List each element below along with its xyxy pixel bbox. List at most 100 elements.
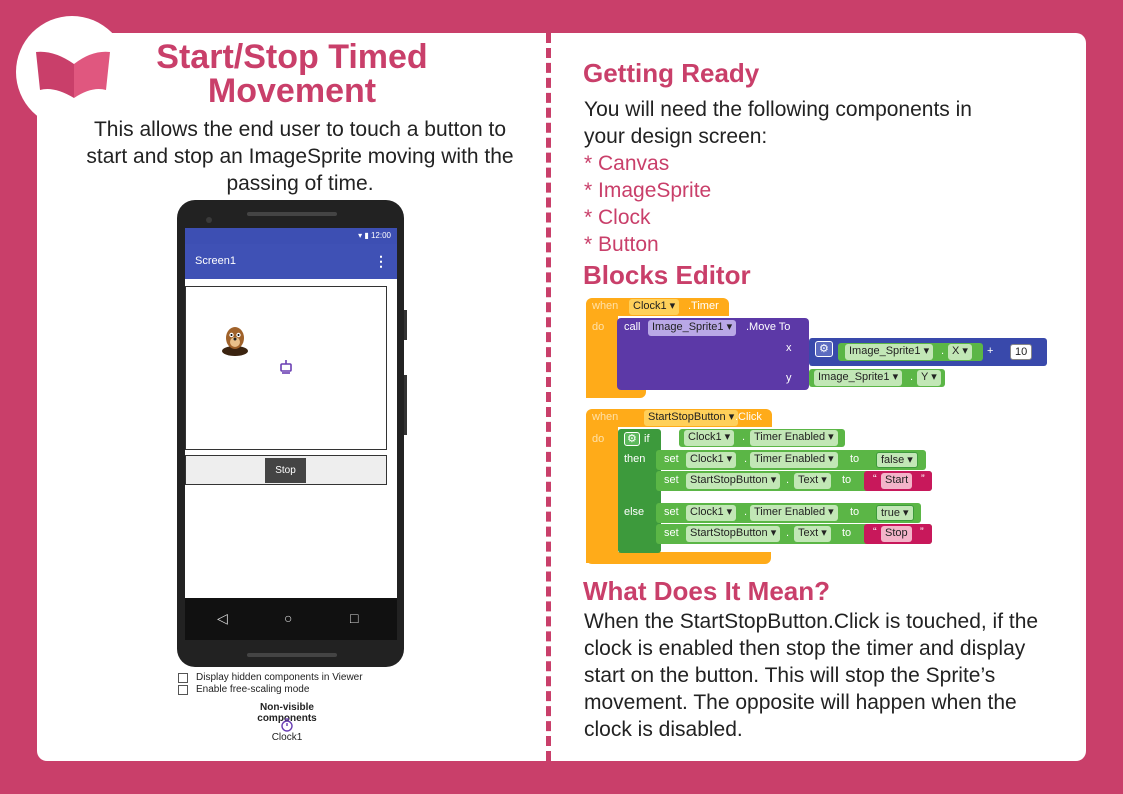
wifi-icon: ▾ [358, 231, 363, 240]
page-description: This allows the end user to touch a butt… [86, 118, 514, 195]
component-item: * Clock [584, 206, 651, 229]
recents-icon[interactable]: □ [350, 610, 358, 626]
false-dropdown[interactable]: false ▾ [876, 452, 918, 468]
y-param-label: y [786, 372, 792, 384]
quote-open: “ [873, 473, 877, 485]
timer-enabled-dropdown[interactable]: Timer Enabled ▾ [750, 505, 838, 521]
nonvisible-clock[interactable]: Clock1 [255, 718, 319, 743]
clock1-dropdown[interactable]: Clock1 ▾ [686, 452, 737, 468]
when-keyword: when [592, 411, 619, 423]
clock1-dropdown[interactable]: Clock1 ▾ [686, 505, 737, 521]
click-event-label: .Click [735, 411, 762, 423]
clock-marker-icon [280, 360, 292, 374]
startstop-dropdown[interactable]: StartStopButton ▾ [644, 410, 739, 426]
meaning-heading: What Does It Mean? [583, 576, 831, 606]
sprite-x-dropdown[interactable]: Image_Sprite1 ▾ [845, 344, 934, 360]
option-label: Display hidden components in Viewer [196, 672, 363, 683]
stopwatch-icon [281, 718, 293, 732]
component-item: * Button [584, 233, 659, 256]
dot-separator: . [786, 527, 790, 539]
home-icon[interactable]: ○ [284, 610, 292, 626]
stop-string-field[interactable]: Stop [881, 526, 912, 542]
event-block-foot [586, 552, 771, 564]
true-dropdown[interactable]: true ▾ [876, 505, 914, 521]
do-keyword: do [592, 321, 605, 333]
timer-enabled-dropdown[interactable]: Timer Enabled ▾ [750, 452, 838, 468]
blocks-workspace: when Clock1 ▾ .Timer do call Image_Sprit… [586, 298, 1048, 566]
sprite-y-dropdown[interactable]: Image_Sprite1 ▾ [814, 370, 903, 386]
text-prop-dropdown[interactable]: Text ▾ [794, 526, 831, 542]
dot-separator: . [744, 453, 748, 465]
move-to-label: .Move To [746, 321, 791, 333]
if-keyword: if [644, 433, 650, 445]
phone-speaker [247, 212, 337, 216]
status-bar: ▾ ▮ 12:00 [185, 228, 397, 244]
column-divider [546, 33, 551, 761]
timer-event-label: .Timer [688, 300, 719, 312]
phone-chin-bar [247, 653, 337, 657]
when-keyword: when [592, 300, 619, 312]
book-logo-icon [36, 51, 110, 98]
app-bar: Screen1 ⋮ [185, 244, 397, 279]
clock1-dropdown[interactable]: Clock1 ▾ [684, 430, 735, 446]
event-block-arm [586, 427, 618, 563]
option-free-scaling[interactable]: Enable free-scaling mode [178, 684, 363, 696]
do-keyword: do [592, 433, 605, 445]
checkbox-icon[interactable] [178, 685, 188, 695]
set-keyword: set [664, 474, 679, 486]
image-sprite-dropdown[interactable]: Image_Sprite1 ▾ [648, 320, 737, 336]
text-prop-dropdown[interactable]: Text ▾ [794, 473, 831, 489]
phone-mockup: ▾ ▮ 12:00 Screen1 ⋮ Stop ◁ ○ □ [177, 200, 407, 667]
component-item: * Canvas [584, 152, 670, 175]
y-prop-dropdown[interactable]: Y ▾ [917, 370, 941, 386]
screen-title: Screen1 [195, 255, 236, 267]
back-icon[interactable]: ◁ [217, 610, 228, 627]
getting-ready-text: You will need the following components i… [584, 98, 972, 148]
if-else-block[interactable] [618, 429, 661, 553]
android-nav-bar: ◁ ○ □ [185, 598, 397, 640]
option-display-hidden[interactable]: Display hidden components in Viewer [178, 672, 363, 684]
x-prop-dropdown[interactable]: X ▾ [948, 344, 972, 360]
dot-separator: . [744, 506, 748, 518]
components-list: * Canvas * ImageSprite * Clock * Button [584, 150, 711, 258]
clock-label: Clock1 [271, 732, 303, 743]
dot-separator: . [786, 474, 790, 486]
mutator-gear-icon[interactable]: ⚙ [624, 432, 640, 446]
number-ten-field[interactable]: 10 [1010, 344, 1033, 360]
quote-close: ” [920, 526, 924, 538]
then-keyword: then [624, 453, 646, 465]
getting-ready-heading: Getting Ready [583, 58, 760, 88]
camera-icon [206, 217, 212, 223]
call-keyword: call [624, 321, 641, 333]
to-keyword: to [842, 474, 852, 486]
blocks-editor-heading: Blocks Editor [583, 260, 751, 290]
set-keyword: set [664, 453, 679, 465]
quote-open: “ [873, 526, 877, 538]
phone-side-button [404, 310, 407, 340]
status-time: 12:00 [370, 231, 391, 240]
page-title: Start/Stop Timed Movement [156, 38, 428, 110]
overflow-menu-icon[interactable]: ⋮ [374, 244, 388, 279]
phone-volume-button [404, 375, 407, 435]
canvas-component[interactable] [185, 286, 387, 450]
button-arrangement: Stop [185, 455, 387, 485]
battery-icon: ▮ [364, 231, 369, 240]
startstop-dropdown[interactable]: StartStopButton ▾ [686, 526, 781, 542]
to-keyword: to [850, 506, 860, 518]
meaning-text: When the StartStopButton.Click is touche… [584, 610, 1039, 741]
else-keyword: else [624, 506, 645, 518]
mole-sprite-icon[interactable] [221, 325, 249, 357]
plus-operator: + [987, 345, 994, 357]
startstop-dropdown[interactable]: StartStopButton ▾ [686, 473, 781, 489]
start-stop-button[interactable]: Stop [265, 458, 306, 483]
x-param-label: x [786, 342, 792, 354]
dot-separator: . [742, 431, 746, 443]
clock1-dropdown[interactable]: Clock1 ▾ [629, 299, 680, 315]
dot-separator: . [910, 371, 914, 383]
start-string-field[interactable]: Start [881, 473, 913, 489]
quote-close: ” [921, 473, 925, 485]
viewer-options: Display hidden components in Viewer Enab… [178, 672, 363, 696]
checkbox-icon[interactable] [178, 673, 188, 683]
timer-enabled-dropdown[interactable]: Timer Enabled ▾ [750, 430, 838, 446]
mutator-gear-icon[interactable]: ⚙ [815, 341, 833, 357]
